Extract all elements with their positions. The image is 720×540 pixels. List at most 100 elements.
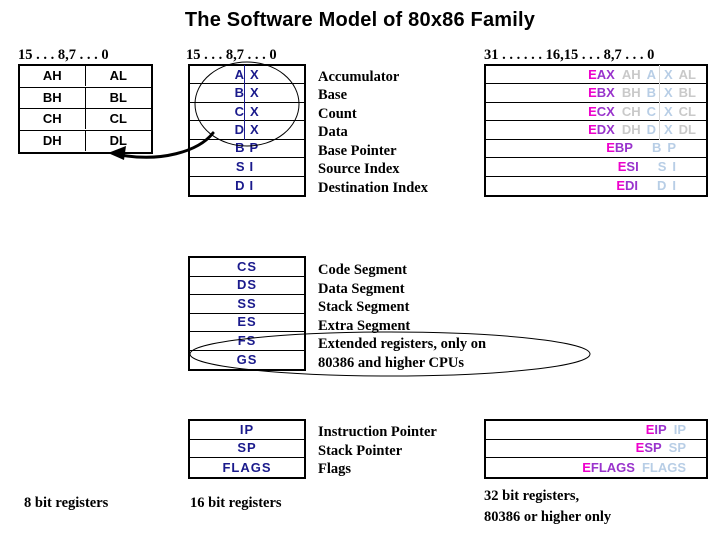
ghost-high-byte: AH	[621, 66, 641, 82]
bit-range-header-16bit: 15 . . . 8,7 . . . 0	[186, 47, 277, 63]
register-low-half: X	[244, 83, 268, 104]
ghost-subregister-labels: DH D X DL	[622, 119, 696, 140]
register-extended-prefix: E	[616, 177, 625, 193]
register-word-name: IP	[654, 421, 667, 437]
segment-register-description: Extended registers, only on	[318, 336, 487, 352]
register-extended-prefix: E	[645, 421, 655, 437]
segment-register-name: DS	[236, 277, 258, 293]
register-word-name: FLAGS	[590, 459, 635, 475]
table-row: GS	[190, 351, 304, 370]
pointer-register-description: Instruction Pointer	[318, 424, 437, 440]
register-low-half: X	[244, 101, 268, 122]
ghost-word-high: D	[646, 121, 656, 137]
ghost-word-high: D	[656, 177, 667, 193]
segment-register-description: Code Segment	[318, 262, 408, 278]
table-row: E SP SP	[486, 440, 706, 459]
register-word-name: BX	[596, 85, 615, 101]
table-row: E FLAGS FLAGS	[486, 458, 706, 477]
ghost-subregister-labels: SI	[646, 157, 696, 177]
segment-register-description: Stack Segment	[318, 299, 410, 315]
ghost-word-low: X	[658, 83, 673, 104]
ghost-subregister-labels: FLAGS	[642, 458, 686, 478]
segment-register-name: CS	[236, 258, 258, 274]
register-high-half: D	[234, 121, 244, 137]
ghost-16bit-name: SP	[668, 440, 686, 456]
table-row: E BX BH B X BL	[486, 83, 706, 104]
register-high-half: B	[234, 85, 244, 101]
table-row: BH BL	[20, 87, 151, 109]
table-row: DH DL	[20, 131, 151, 153]
segment-register-name: FS	[237, 332, 257, 348]
register-high-half: A	[234, 66, 244, 82]
register-word-name: DX	[596, 121, 615, 137]
ghost-subregister-labels: CH C X CL	[622, 101, 696, 122]
table-32bit-general-registers: E AX AH A X AL E BX BH B X BL E CX CH C X CL E DX DH D X DL E BP B…	[484, 64, 708, 197]
cell-low-byte: AL	[109, 68, 127, 84]
register-description: Data	[318, 124, 348, 141]
register-word-name: BP	[614, 140, 633, 156]
bit-range-header-32bit: 31 . . . . . . 16,15 . . . 8,7 . . . 0	[484, 47, 655, 63]
register-name-16bit: AX	[190, 64, 304, 85]
ghost-subregister-labels: DI	[645, 176, 696, 196]
bit-range-header-8bit: 15 . . . 8,7 . . . 0	[18, 47, 109, 63]
register-high-half: D	[235, 177, 245, 193]
pointer-register-description: Stack Pointer	[318, 442, 403, 459]
ghost-subregister-labels: BH B X BL	[622, 83, 696, 104]
table-8bit-registers: AH AL BH BL CH CL DH DL	[18, 64, 153, 154]
register-description: Count	[318, 105, 357, 122]
table-row: FLAGS	[190, 458, 304, 477]
table-row: DS	[190, 277, 304, 295]
segment-register-name: ES	[237, 314, 257, 330]
register-description: Destination Index	[318, 179, 428, 196]
register-low-half: X	[244, 119, 268, 140]
segment-register-name: GS	[236, 351, 258, 367]
pointer-register-description: Flags	[318, 461, 352, 478]
register-name-32bit: E SP SP	[486, 440, 706, 458]
ghost-word-low: X	[658, 64, 673, 85]
ghost-subregister-labels: BP	[640, 138, 696, 158]
table-row: E DX DH D X DL	[486, 119, 706, 140]
register-name-32bit: E CX CH C X CL	[486, 101, 706, 122]
register-word-name: SP	[644, 440, 662, 456]
description-list-general-registers: Accumulator Base Count Data Base Pointer Sour…	[318, 66, 428, 196]
register-name-16bit: DX	[190, 119, 304, 140]
register-name-32bit: E DI D I	[486, 177, 706, 195]
cell-high-byte: AH	[20, 66, 86, 87]
cell-high-byte: DH	[20, 131, 86, 152]
register-name-32bit: E SI S I	[486, 158, 706, 175]
ghost-word-high: B	[651, 140, 662, 156]
register-word-name: SI	[626, 158, 639, 174]
ghost-low-byte: CL	[678, 103, 696, 119]
register-extended-prefix: E	[588, 103, 597, 119]
table-row: E CX CH C X CL	[486, 101, 706, 122]
table-row: E BP B P	[486, 138, 706, 159]
pointer-register-name: FLAGS	[222, 459, 272, 475]
register-extended-prefix: E	[588, 121, 597, 137]
register-extended-prefix: E	[582, 459, 591, 475]
caption-8bit: 8 bit registers	[24, 495, 109, 511]
segment-register-name: SS	[237, 295, 257, 311]
table-row: DI	[190, 177, 304, 195]
table-segment-registers: CS DS SS ES FS GS	[188, 256, 306, 371]
table-row: CS	[190, 258, 304, 277]
ghost-subregister-labels: IP	[674, 420, 686, 440]
ghost-word-low: P	[667, 140, 676, 156]
table-row: SI	[190, 157, 304, 177]
register-name-16bit: BX	[190, 83, 304, 104]
description-list-pointer-registers: Instruction Pointer Stack Pointer Flags	[318, 421, 437, 477]
ghost-subregister-labels: AH A X AL	[621, 64, 696, 85]
table-16bit-general-registers: AXBXCXDXBPSIDI	[188, 64, 306, 197]
register-low-half: I	[249, 177, 254, 193]
table-row: E DI D I	[486, 177, 706, 195]
register-description: Base Pointer	[318, 142, 397, 159]
register-name-32bit: E DX DH D X DL	[486, 119, 706, 140]
register-word-name: AX	[596, 66, 615, 82]
table-32bit-pointer-registers: E IP IP E SP SP E FLAGS FLAGS	[484, 419, 708, 479]
register-name-32bit: E BX BH B X BL	[486, 83, 706, 104]
ghost-low-byte: AL	[678, 66, 696, 82]
register-word-name: CX	[596, 103, 615, 119]
register-description: Source Index	[318, 161, 400, 178]
ghost-word-high: S	[657, 158, 667, 174]
ghost-low-byte: BL	[678, 85, 696, 101]
register-name-16bit: SI	[190, 157, 304, 177]
